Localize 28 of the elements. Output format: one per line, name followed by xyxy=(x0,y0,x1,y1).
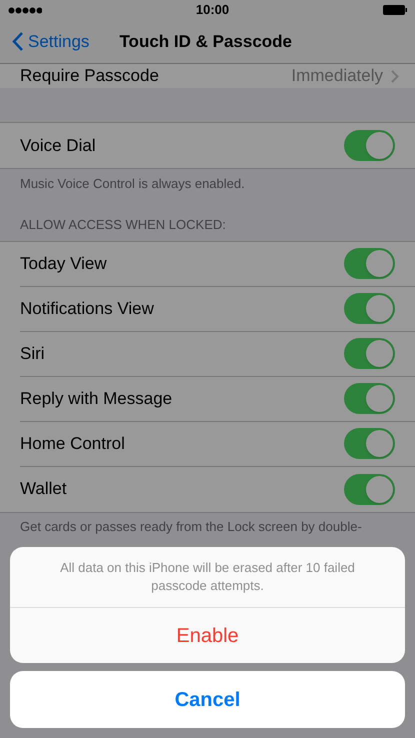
chevron-right-icon xyxy=(391,70,399,82)
setting-label: Siri xyxy=(20,342,46,365)
toggle-switch[interactable] xyxy=(344,130,395,161)
signal-icon xyxy=(8,6,42,14)
toggle-switch[interactable] xyxy=(344,428,395,459)
toggle-switch[interactable] xyxy=(344,248,395,279)
setting-label: Reply with Message xyxy=(20,388,174,410)
chevron-left-icon xyxy=(12,31,24,52)
section-header: ALLOW ACCESS WHEN LOCKED: xyxy=(19,216,227,234)
nav-title: Touch ID & Passcode xyxy=(119,30,292,53)
toggle-switch[interactable] xyxy=(344,293,395,324)
cancel-button[interactable]: Cancel xyxy=(10,671,405,728)
setting-label: Home Control xyxy=(20,432,126,455)
battery-icon xyxy=(383,5,407,15)
section-footer: Get cards or passes ready from the Lock screen by double- xyxy=(0,512,415,536)
setting-label: Voice Dial xyxy=(20,134,97,157)
toggle-switch[interactable] xyxy=(344,383,395,414)
setting-label: Notifications View xyxy=(20,298,155,320)
toggle-switch[interactable] xyxy=(344,338,395,369)
status-time: 10:00 xyxy=(196,1,230,20)
sheet-message: All data on this iPhone will be erased after 10 failed passcode attempts. xyxy=(10,547,405,608)
section-footer: Music Voice Control is always enabled. xyxy=(0,169,415,193)
toggle-switch[interactable] xyxy=(344,474,395,504)
back-button[interactable]: Settings xyxy=(0,28,90,54)
enable-button[interactable]: Enable xyxy=(10,608,405,663)
setting-label: Today View xyxy=(20,252,108,275)
setting-label: Wallet xyxy=(20,478,68,500)
setting-row[interactable]: Require Passcode Immediately xyxy=(0,64,415,88)
